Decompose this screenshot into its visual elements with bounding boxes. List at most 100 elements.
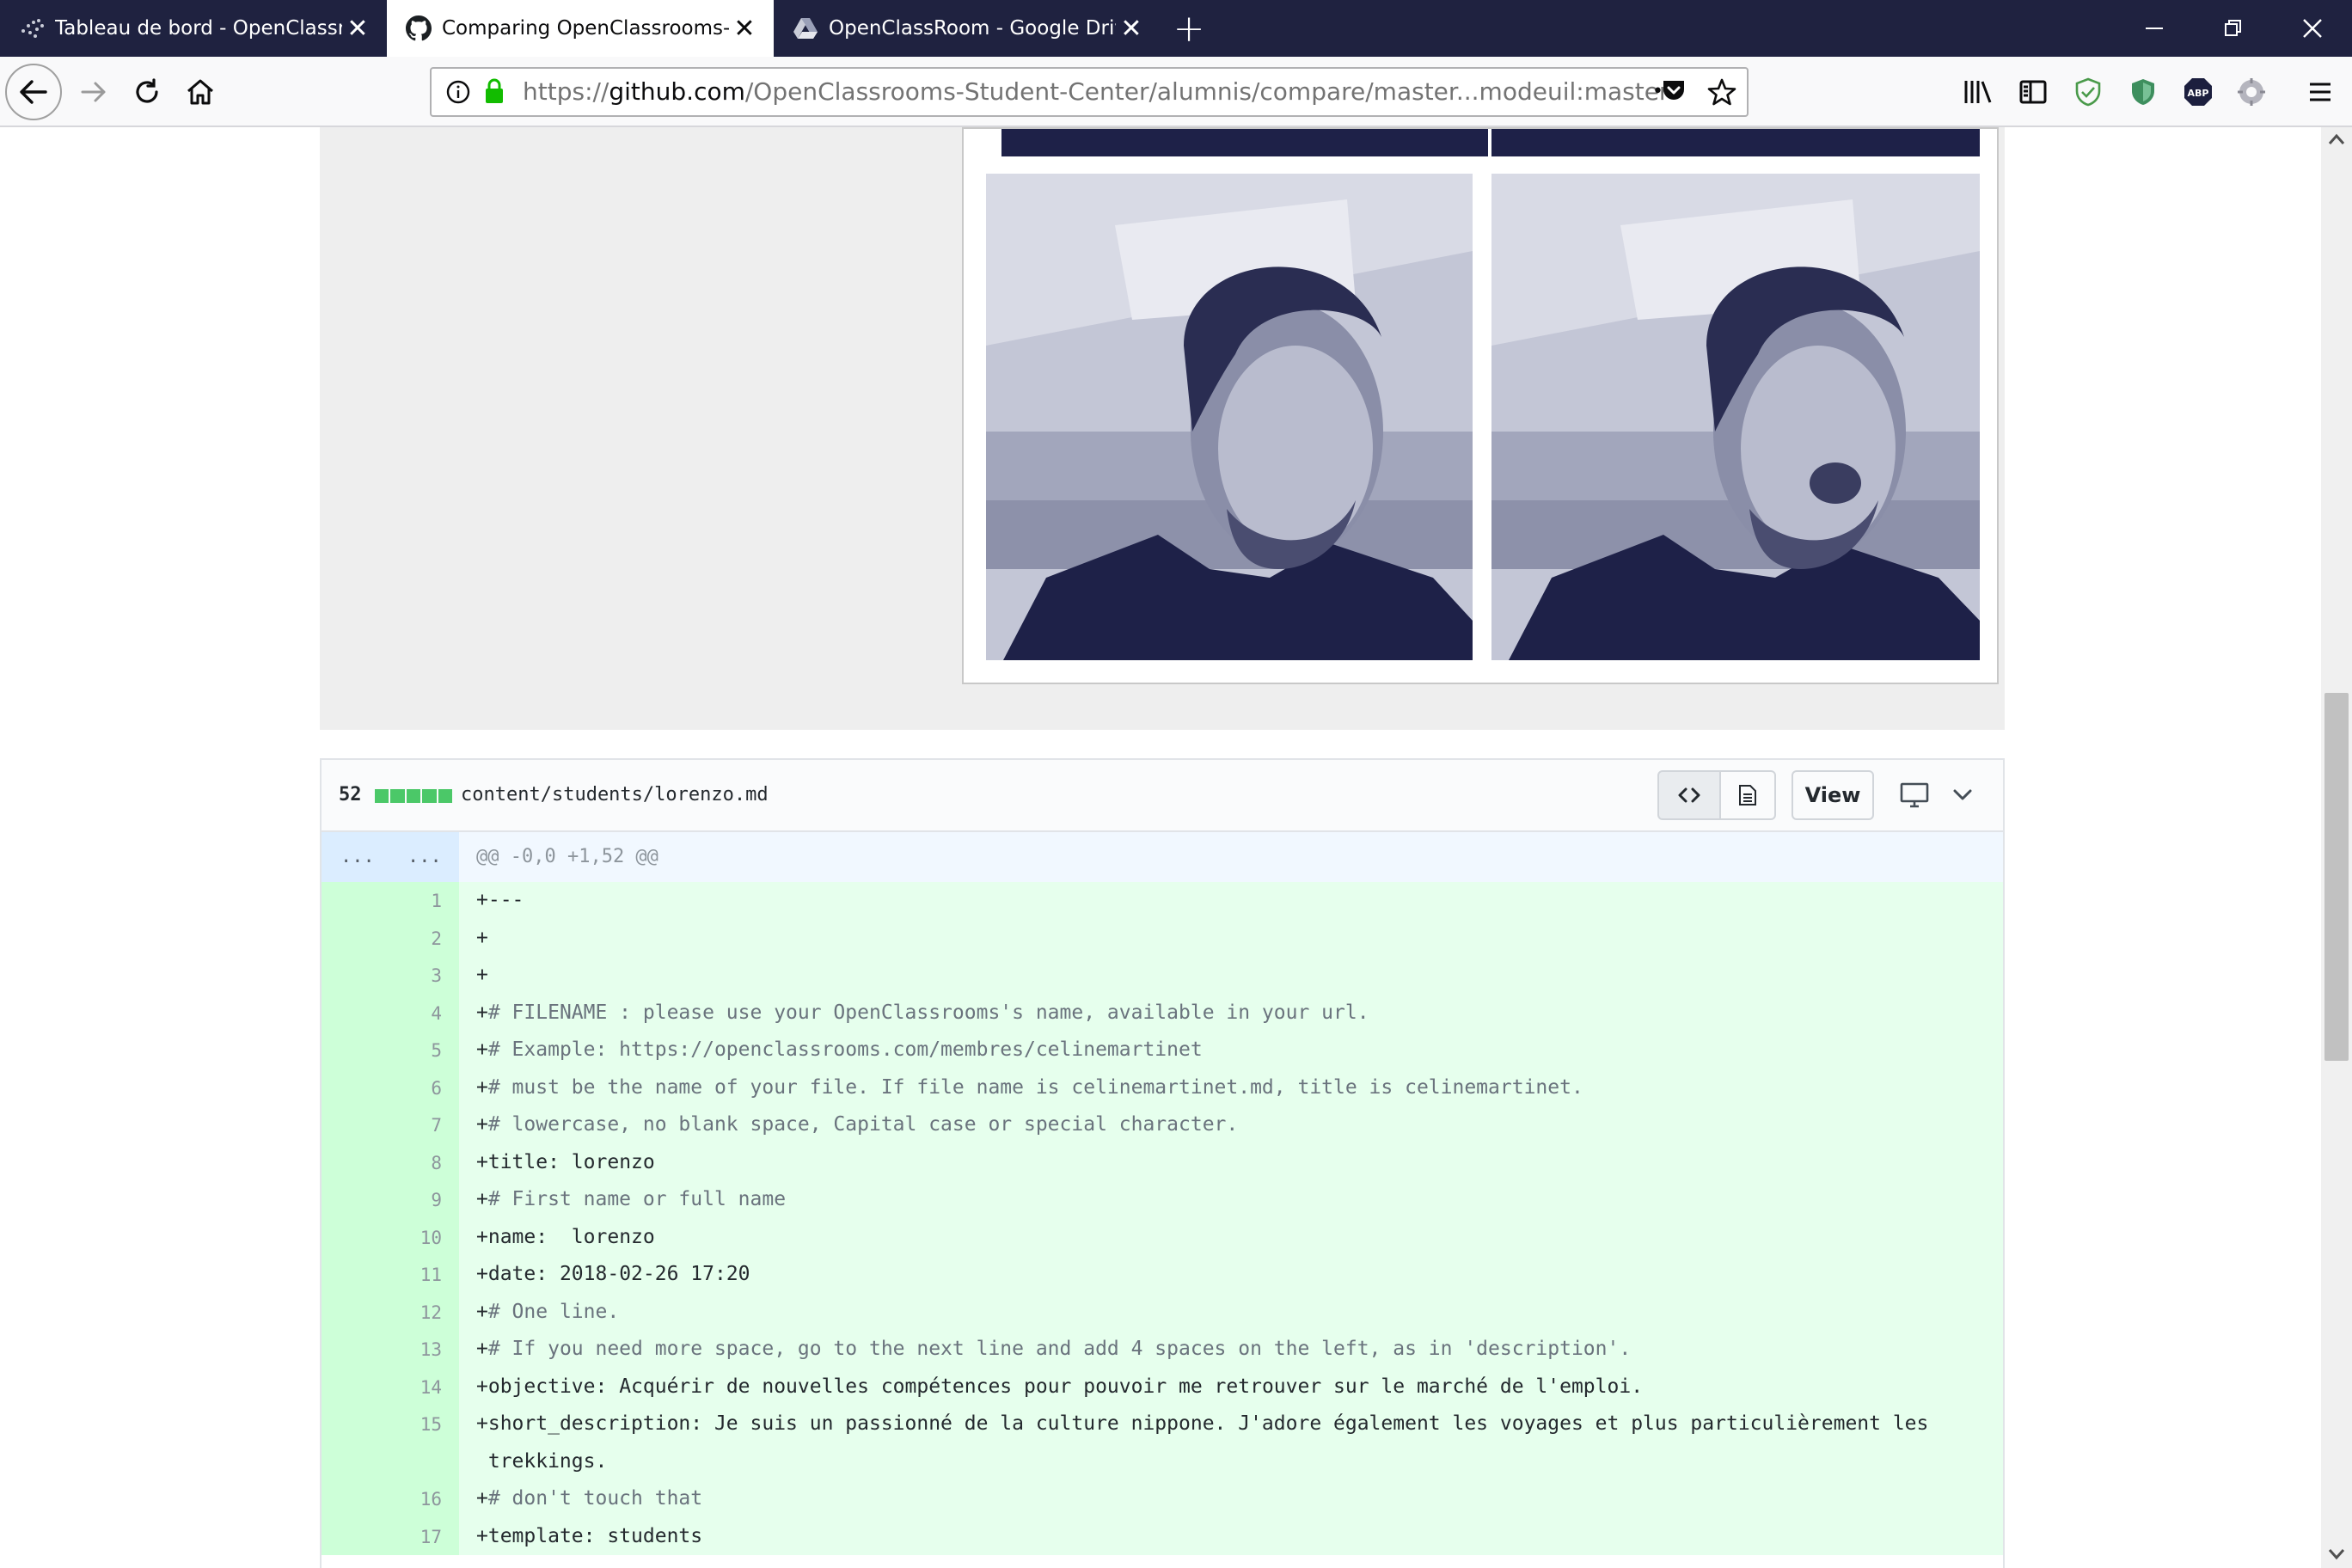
line-key: date: [487, 1263, 548, 1285]
line-key: name: [487, 1225, 548, 1248]
openclassrooms-icon [19, 15, 45, 41]
reload-icon [136, 78, 158, 103]
line-code: +# If you need more space, go to the nex… [476, 1331, 2003, 1369]
line-key: --- [487, 889, 524, 911]
line-number-cell[interactable]: 8 [322, 1143, 459, 1181]
url-text[interactable]: https://github.com/OpenClassrooms-Studen… [523, 69, 1669, 115]
line-number: 5 [431, 1040, 442, 1061]
line-number-cell[interactable]: 2 [322, 919, 459, 957]
bookmark-star-icon[interactable] [1707, 77, 1736, 107]
sidebar-icon[interactable] [2013, 72, 2053, 112]
line-number-cell[interactable]: 1 [322, 882, 459, 920]
line-number: 9 [431, 1190, 442, 1210]
close-tab-icon[interactable]: ✕ [1116, 13, 1147, 44]
line-number-cell[interactable]: 16 [322, 1480, 459, 1518]
line-number: 16 [420, 1489, 442, 1510]
minimize-window-icon[interactable] [2115, 0, 2194, 57]
added-marker: + [476, 889, 488, 911]
line-comment: # One line. [487, 1300, 620, 1323]
added-marker: + [476, 1412, 488, 1435]
diff-stat-count: 52 [339, 784, 362, 805]
pocket-button[interactable] [1661, 79, 1688, 107]
open-in-desktop-icon[interactable] [1895, 775, 1934, 815]
library-icon[interactable] [1958, 72, 1998, 112]
view-label: View [1804, 783, 1861, 807]
url-bar[interactable]: https://github.com/OpenClassrooms-Studen… [430, 67, 1749, 117]
line-code: +--- [476, 882, 2003, 920]
home-button[interactable] [179, 70, 222, 113]
added-marker: + [476, 964, 488, 986]
settings-extension-icon[interactable] [2232, 72, 2271, 112]
line-number-cell[interactable]: 6 [322, 1069, 459, 1106]
line-number-cell[interactable]: 15 [322, 1406, 459, 1480]
restore-window-icon[interactable] [2194, 0, 2273, 57]
line-number-cell[interactable]: 12 [322, 1293, 459, 1331]
line-number-cell[interactable]: 14 [322, 1368, 459, 1406]
page-info-icon[interactable] [445, 79, 471, 105]
tab-github-compare[interactable]: Comparing OpenClassrooms-S ✕ [387, 0, 774, 57]
diff-line: 16 +# don't touch that [322, 1480, 2003, 1518]
tracker-shield-extension-icon[interactable] [2068, 72, 2108, 112]
line-number: 14 [420, 1376, 442, 1398]
close-window-icon[interactable] [2273, 0, 2352, 57]
diff-table: ... ... @@ -0,0 +1,52 @@ 1 +--- 2 +3 +4 +# FI… [320, 832, 2005, 1568]
expand-up-icon[interactable]: ... [340, 832, 375, 882]
line-number: 10 [420, 1227, 442, 1248]
line-value: 2018-02-26 17:20 [548, 1263, 750, 1285]
added-marker: + [476, 1150, 488, 1173]
new-tab-button[interactable]: + [1166, 0, 1212, 57]
line-number-cell[interactable]: 3 [322, 957, 459, 995]
line-number: 3 [431, 965, 442, 986]
line-code: +date: 2018-02-26 17:20 [476, 1256, 2003, 1294]
added-marker: + [476, 926, 488, 949]
tab-google-drive[interactable]: OpenClassRoom - Google Driv ✕ [774, 0, 1161, 57]
forward-button[interactable] [72, 70, 115, 113]
github-icon [406, 15, 432, 41]
line-number-cell[interactable]: 10 [322, 1218, 459, 1256]
diff-line: 8 +title: lorenzo [322, 1143, 2003, 1181]
scroll-down-arrow-icon[interactable] [2328, 1547, 2345, 1564]
forward-arrow-icon [81, 82, 106, 102]
line-number-cell[interactable]: 4 [322, 994, 459, 1032]
back-button[interactable] [5, 64, 62, 120]
line-number-cell[interactable]: 7 [322, 1106, 459, 1144]
line-comment: # lowercase, no blank space, Capital cas… [487, 1113, 1239, 1136]
line-value: lorenzo [559, 1150, 655, 1173]
line-number-cell[interactable]: 11 [322, 1256, 459, 1294]
chevron-down-icon[interactable] [1943, 775, 1982, 815]
line-number: 12 [420, 1302, 442, 1323]
tab-openclassrooms[interactable]: Tableau de bord - OpenClassrc ✕ [0, 0, 387, 57]
adblock-plus-extension-icon[interactable]: ABP [2178, 72, 2218, 112]
line-number: 1 [431, 891, 442, 911]
added-marker: + [476, 1038, 488, 1061]
file-path[interactable]: content/students/lorenzo.md [461, 760, 769, 830]
diff-line: 15 +short_description: Je suis un passion… [322, 1406, 2003, 1480]
added-marker: + [476, 1225, 488, 1248]
line-code: +# don't touch that [476, 1480, 2003, 1518]
diff-line: 1 +--- [322, 882, 2003, 920]
privacy-badger-extension-icon[interactable] [2123, 72, 2163, 112]
hunk-header-row: ... ... @@ -0,0 +1,52 @@ [322, 832, 2003, 882]
line-number-cell[interactable]: 13 [322, 1331, 459, 1369]
scroll-up-arrow-icon[interactable] [2328, 132, 2345, 149]
close-tab-icon[interactable]: ✕ [729, 13, 760, 44]
diff-line: 3 + [322, 957, 2003, 995]
line-number-cell[interactable]: 9 [322, 1181, 459, 1219]
expand-down-icon[interactable]: ... [407, 832, 442, 882]
line-number-cell[interactable]: 17 [322, 1517, 459, 1555]
close-tab-icon[interactable]: ✕ [342, 13, 373, 44]
line-code: +objective: Acquérir de nouvelles compét… [476, 1369, 2003, 1406]
line-comment: # don't touch that [487, 1487, 703, 1510]
url-host: github.com [609, 77, 745, 106]
scrollbar-thumb[interactable] [2324, 693, 2349, 1061]
source-diff-button[interactable] [1657, 770, 1721, 820]
view-file-button[interactable]: View [1792, 770, 1874, 820]
added-marker: + [476, 1075, 488, 1099]
hunk-gutter[interactable]: ... ... [322, 832, 459, 882]
page-scrollbar[interactable] [2321, 127, 2352, 1568]
reload-button[interactable] [126, 70, 168, 113]
rich-diff-button[interactable] [1719, 770, 1776, 820]
file-text-icon [1739, 785, 1756, 805]
hamburger-menu-icon[interactable] [2300, 72, 2340, 112]
line-number-cell[interactable]: 5 [322, 1032, 459, 1069]
